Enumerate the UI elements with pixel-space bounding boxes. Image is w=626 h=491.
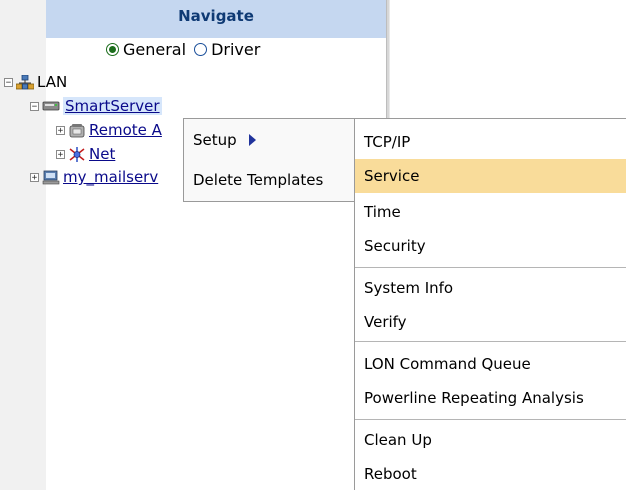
- menu-item-setup-label: Setup: [193, 131, 237, 149]
- tree-label-mailserver[interactable]: my_mailserv: [63, 168, 158, 186]
- submenu-item-powerline-repeating-analysis[interactable]: Powerline Repeating Analysis: [355, 381, 626, 415]
- submenu-item-label: Clean Up: [364, 431, 432, 449]
- submenu-separator: [355, 341, 626, 342]
- collapse-icon[interactable]: −: [30, 101, 39, 111]
- collapse-icon[interactable]: −: [4, 77, 13, 87]
- driver-radio-label[interactable]: Driver: [211, 40, 260, 59]
- phone-icon: [69, 123, 85, 137]
- tree-label-lan[interactable]: LAN: [37, 73, 67, 91]
- submenu-item-label: TCP/IP: [364, 133, 411, 151]
- tree-label-remote[interactable]: Remote A: [89, 121, 162, 139]
- computer-icon: [42, 170, 60, 184]
- submenu-item-security[interactable]: Security: [355, 229, 626, 263]
- submenu-item-time[interactable]: Time: [355, 195, 626, 229]
- submenu-item-label: Security: [364, 237, 426, 255]
- submenu-item-system-info[interactable]: System Info: [355, 271, 626, 305]
- tree-node-remote[interactable]: + Remote A: [56, 121, 162, 139]
- submenu-item-service[interactable]: Service: [355, 159, 626, 193]
- submenu-item-label: Time: [364, 203, 401, 221]
- submenu-item-label: Verify: [364, 313, 407, 331]
- submenu-item-reboot[interactable]: Reboot: [355, 457, 626, 491]
- submenu-item-label: Service: [364, 167, 420, 185]
- server-icon: [42, 101, 60, 110]
- tree-node-net[interactable]: + Net: [56, 145, 115, 163]
- expand-icon[interactable]: +: [56, 125, 65, 135]
- general-radio-label[interactable]: General: [123, 40, 186, 59]
- submenu-item-label: System Info: [364, 279, 454, 297]
- context-menu: Setup Delete Templates: [183, 118, 355, 202]
- driver-radio[interactable]: [194, 43, 208, 56]
- lon-network-icon: [69, 146, 85, 162]
- submenu-arrow-icon: [248, 134, 256, 146]
- general-radio[interactable]: [106, 43, 119, 56]
- submenu-separator: [355, 267, 626, 268]
- tree-node-mailserver[interactable]: + my_mailserv: [30, 168, 158, 186]
- view-mode-radio-group: General Driver: [106, 40, 264, 59]
- navigate-header: Navigate: [46, 0, 386, 38]
- submenu-separator: [355, 419, 626, 420]
- submenu-item-lon-command-queue[interactable]: LON Command Queue: [355, 347, 626, 381]
- tree-node-lan[interactable]: − LAN: [4, 73, 67, 91]
- expand-icon[interactable]: +: [56, 149, 65, 159]
- submenu-item-tcpip[interactable]: TCP/IP: [355, 125, 626, 159]
- menu-item-delete-templates[interactable]: Delete Templates: [193, 171, 323, 189]
- navigate-pane: Navigate General Driver − LAN − SmartSer…: [0, 0, 386, 490]
- menu-item-delete-templates-label: Delete Templates: [193, 171, 324, 189]
- tree-label-net[interactable]: Net: [89, 145, 115, 163]
- menu-item-setup[interactable]: Setup: [193, 131, 256, 149]
- submenu-item-label: Powerline Repeating Analysis: [364, 389, 584, 407]
- submenu-item-verify[interactable]: Verify: [355, 305, 626, 339]
- submenu-item-clean-up[interactable]: Clean Up: [355, 423, 626, 457]
- setup-submenu: TCP/IP Service Time Security System Info…: [354, 118, 626, 490]
- network-icon: [16, 74, 34, 89]
- submenu-item-label: Reboot: [364, 465, 417, 483]
- expand-icon[interactable]: +: [30, 172, 39, 182]
- tree-node-smartserver[interactable]: − SmartServer: [30, 97, 162, 115]
- tree-label-smartserver[interactable]: SmartServer: [63, 97, 162, 115]
- submenu-item-label: LON Command Queue: [364, 355, 531, 373]
